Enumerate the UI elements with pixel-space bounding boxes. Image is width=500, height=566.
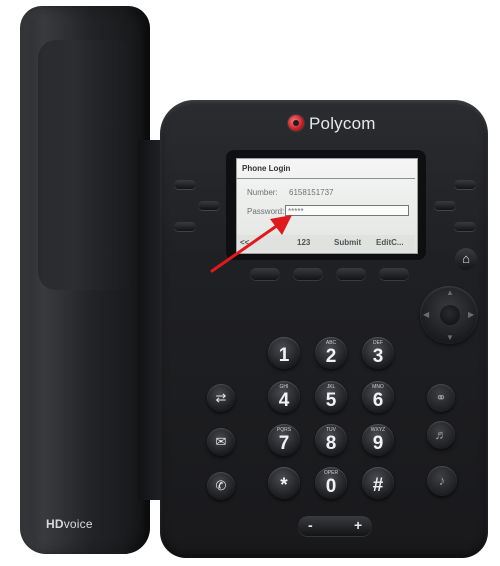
- key-9[interactable]: WXYZ 9: [362, 424, 394, 456]
- handset-grip: [38, 40, 134, 290]
- speaker-button[interactable]: ♬: [427, 421, 455, 449]
- nav-right-icon: ▶: [468, 310, 475, 319]
- annotation-arrow: [210, 215, 292, 273]
- number-label: Number:: [247, 188, 278, 197]
- key-5-letters: JKL: [326, 384, 336, 390]
- brand-name: Polycom: [309, 114, 376, 133]
- headset-button[interactable]: ⚭: [427, 384, 455, 412]
- home-icon: ⌂: [462, 251, 470, 266]
- key-8[interactable]: TUV 8: [315, 424, 347, 456]
- transfer-button[interactable]: ⇄: [207, 384, 235, 412]
- softkey-label-edit: EditC...: [376, 238, 404, 247]
- key-4-letters: GHI: [279, 384, 289, 390]
- key-1[interactable]: 1: [268, 337, 300, 369]
- key-6-letters: MNO: [372, 384, 384, 390]
- line-key-left-1[interactable]: [174, 180, 196, 189]
- key-3[interactable]: DEF 3: [362, 337, 394, 369]
- key-4-digit: 4: [278, 390, 290, 411]
- line-key-left-3[interactable]: [174, 222, 196, 231]
- screen-title: Phone Login: [242, 164, 291, 173]
- number-value: 6158151737: [289, 188, 334, 197]
- redial-button[interactable]: ✆: [207, 472, 235, 500]
- nav-select-button[interactable]: [440, 305, 460, 325]
- volume-up-label: +: [354, 517, 363, 533]
- redial-icon: ✆: [215, 478, 227, 493]
- soft-key-3[interactable]: [336, 268, 366, 280]
- key-9-letters: WXYZ: [370, 427, 386, 433]
- key-star-digit: *: [280, 475, 288, 496]
- line-key-right-3[interactable]: [454, 222, 476, 231]
- key-0-digit: 0: [325, 476, 337, 497]
- key-9-digit: 9: [372, 433, 384, 454]
- headset-icon: ⚭: [435, 390, 447, 405]
- mute-button[interactable]: ♪: [427, 466, 457, 496]
- key-pound-digit: #: [372, 475, 384, 496]
- key-1-digit: 1: [278, 345, 290, 366]
- key-7-digit: 7: [278, 433, 290, 454]
- volume-down-label: -: [308, 517, 313, 533]
- key-6-digit: 6: [372, 390, 384, 411]
- key-4[interactable]: GHI 4: [268, 381, 300, 413]
- key-7-letters: PQRS: [276, 427, 292, 433]
- key-8-letters: TUV: [326, 427, 336, 433]
- key-5[interactable]: JKL 5: [315, 381, 347, 413]
- messages-button[interactable]: ✉: [207, 428, 235, 456]
- key-8-digit: 8: [325, 433, 337, 454]
- screen-title-divider: [237, 178, 415, 179]
- line-key-right-2[interactable]: [434, 201, 456, 210]
- key-3-letters: DEF: [373, 340, 383, 346]
- key-2[interactable]: ABC 2: [315, 337, 347, 369]
- hd-voice-logo-hd: HD: [46, 517, 64, 531]
- key-star[interactable]: *: [268, 467, 300, 499]
- nav-up-icon: ▲: [446, 288, 454, 297]
- envelope-icon: ✉: [215, 434, 227, 449]
- key-5-digit: 5: [325, 390, 337, 411]
- key-pound[interactable]: #: [362, 467, 394, 499]
- nav-down-icon: ▼: [446, 333, 454, 342]
- key-3-digit: 3: [372, 346, 384, 367]
- line-key-right-1[interactable]: [454, 180, 476, 189]
- softkey-label-submit: Submit: [334, 238, 362, 247]
- hd-voice-logo: HDvoice: [46, 517, 93, 531]
- mute-icon: ♪: [438, 473, 446, 488]
- key-2-letters: ABC: [325, 340, 337, 346]
- home-button[interactable]: ⌂: [455, 248, 477, 270]
- nav-left-icon: ◀: [423, 310, 430, 319]
- key-2-digit: 2: [325, 346, 337, 367]
- transfer-icon: ⇄: [215, 390, 227, 405]
- polycom-logo-icon: [288, 115, 304, 131]
- key-7[interactable]: PQRS 7: [268, 424, 300, 456]
- hd-voice-logo-voice: voice: [63, 517, 93, 531]
- soft-key-4[interactable]: [379, 268, 409, 280]
- key-0-letters: OPER: [323, 470, 339, 476]
- speaker-icon: ♬: [434, 427, 448, 442]
- key-0[interactable]: OPER 0: [315, 467, 347, 499]
- key-6[interactable]: MNO 6: [362, 381, 394, 413]
